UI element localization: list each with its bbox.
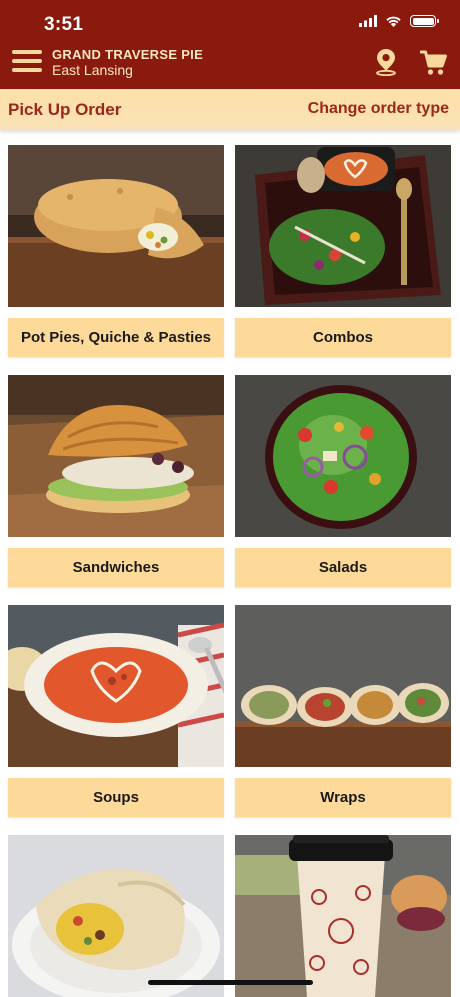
order-type-label: Pick Up Order [8, 100, 122, 119]
menu-icon-bar [12, 68, 42, 72]
category-tile-wraps[interactable]: Wraps [235, 605, 451, 817]
category-tile-combos[interactable]: Combos [235, 145, 451, 357]
app-header: 3:51 GRAND TRAVERSE PIE East Lansing [0, 0, 460, 89]
cart-icon[interactable] [420, 50, 448, 76]
category-tile-sandwiches[interactable]: Sandwiches [8, 375, 224, 587]
wifi-icon [386, 16, 401, 27]
category-tile-salads[interactable]: Salads [235, 375, 451, 587]
status-icons [359, 15, 439, 27]
category-label[interactable]: Combos [235, 318, 451, 357]
salad-photo[interactable] [235, 375, 451, 537]
pot-pie-photo[interactable] [8, 145, 224, 307]
menu-icon-bar [12, 59, 42, 63]
order-type-bar: Pick Up Order Change order type [0, 89, 460, 130]
coffee-cup-photo[interactable] [235, 835, 451, 997]
category-label[interactable]: Pot Pies, Quiche & Pasties [8, 318, 224, 357]
store-name[interactable]: GRAND TRAVERSE PIE [52, 47, 203, 62]
breakfast-burrito-photo[interactable] [8, 835, 224, 997]
menu-button[interactable] [12, 50, 42, 72]
home-indicator[interactable] [148, 980, 313, 985]
status-time: 3:51 [44, 14, 84, 35]
soup-photo[interactable] [8, 605, 224, 767]
category-tile-breakfast[interactable] [8, 835, 224, 997]
category-label[interactable]: Wraps [235, 778, 451, 817]
category-tile-soups[interactable]: Soups [8, 605, 224, 817]
location-pin-icon[interactable] [374, 48, 398, 76]
store-city[interactable]: East Lansing [52, 62, 133, 78]
combo-photo[interactable] [235, 145, 451, 307]
menu-icon-bar [12, 50, 42, 54]
category-tile-beverages[interactable] [235, 835, 451, 997]
croissant-sandwich-photo[interactable] [8, 375, 224, 537]
category-label[interactable]: Soups [8, 778, 224, 817]
change-order-type-button[interactable]: Change order type [308, 100, 449, 118]
category-label[interactable]: Salads [235, 548, 451, 587]
category-tile-pot-pies[interactable]: Pot Pies, Quiche & Pasties [8, 145, 224, 357]
cellular-icon [359, 15, 377, 27]
wraps-photo[interactable] [235, 605, 451, 767]
battery-icon [410, 15, 439, 27]
category-label[interactable]: Sandwiches [8, 548, 224, 587]
